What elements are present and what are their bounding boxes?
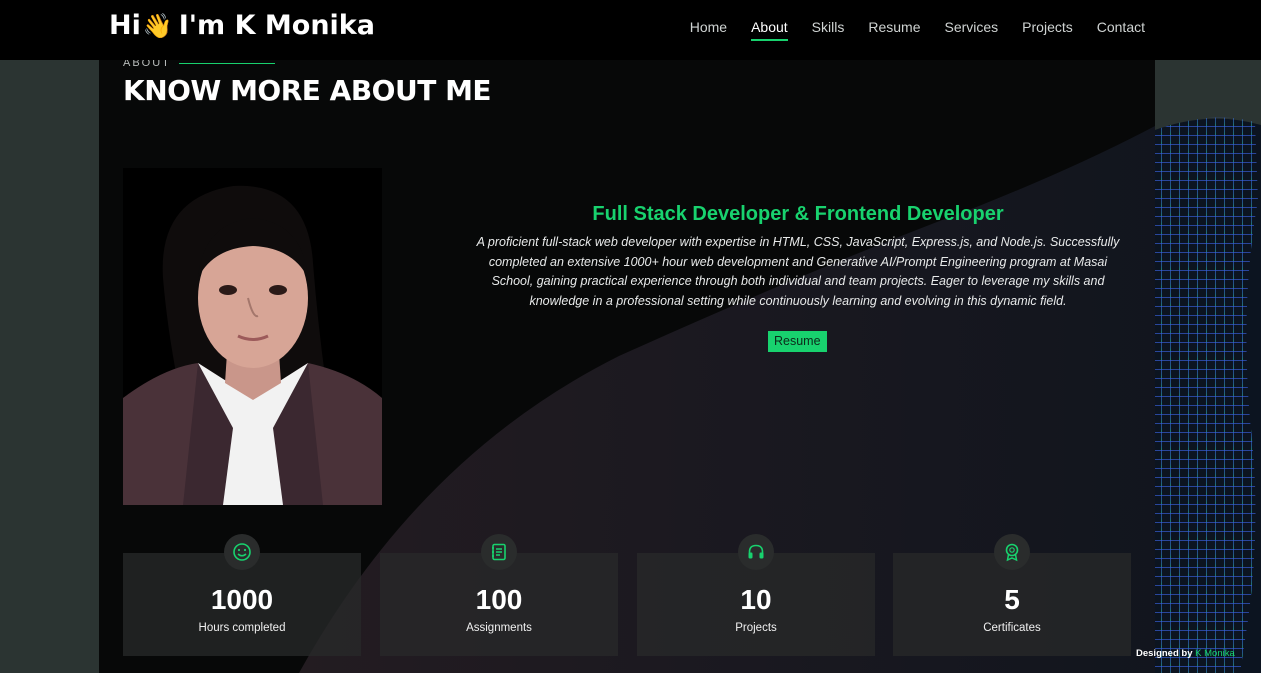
nav-projects[interactable]: Projects [1022, 19, 1073, 41]
nav-skills[interactable]: Skills [812, 19, 845, 41]
stat-label: Projects [735, 622, 777, 634]
stat-label: Certificates [983, 622, 1041, 634]
resume-button[interactable]: Resume [768, 331, 827, 352]
stat-card-certificates: 5 Certificates [893, 534, 1131, 656]
bio-text: A proficient full-stack web developer wi… [476, 235, 1120, 308]
nav-contact[interactable]: Contact [1097, 19, 1145, 41]
journal-icon [481, 534, 517, 570]
credit-name-link[interactable]: K Monika [1195, 648, 1235, 659]
nav-about[interactable]: About [751, 19, 788, 41]
role-title: Full Stack Developer & Frontend Develope… [592, 203, 1004, 225]
waving-hand-icon: 👋 [142, 12, 173, 40]
site-header: Hi👋 I'm K Monika Home About Skills Resume… [0, 0, 1261, 60]
stat-card-assignments: 100 Assignments [380, 534, 618, 656]
section-title: KNOW MORE ABOUT ME [123, 74, 492, 107]
stat-card-projects: 10 Projects [637, 534, 875, 656]
main-nav: Home About Skills Resume Services Projec… [666, 19, 1145, 41]
site-logo[interactable]: Hi👋 I'm K Monika [109, 10, 375, 41]
logo-greeting: Hi [109, 10, 141, 41]
nav-home[interactable]: Home [690, 19, 727, 41]
stat-label: Hours completed [198, 622, 286, 634]
stat-label: Assignments [466, 622, 532, 634]
award-icon [994, 534, 1030, 570]
logo-name: I'm K Monika [178, 10, 375, 41]
credit-prefix: Designed by [1136, 648, 1193, 659]
profile-photo [123, 168, 382, 505]
nav-resume[interactable]: Resume [868, 19, 920, 41]
stat-value: 10 [740, 584, 772, 615]
designer-credit: Designed by K Monika [1136, 648, 1235, 659]
smiley-icon [224, 534, 260, 570]
headset-icon [738, 534, 774, 570]
stat-card-hours: 1000 Hours completed [123, 534, 361, 656]
about-section: ABOUT KNOW MORE ABOUT ME Full Stack Deve… [99, 36, 1155, 673]
stat-value: 100 [475, 584, 523, 615]
stat-value: 1000 [210, 584, 274, 615]
nav-services[interactable]: Services [944, 19, 998, 41]
stat-value: 5 [1004, 584, 1020, 615]
kicker-line [178, 62, 275, 64]
